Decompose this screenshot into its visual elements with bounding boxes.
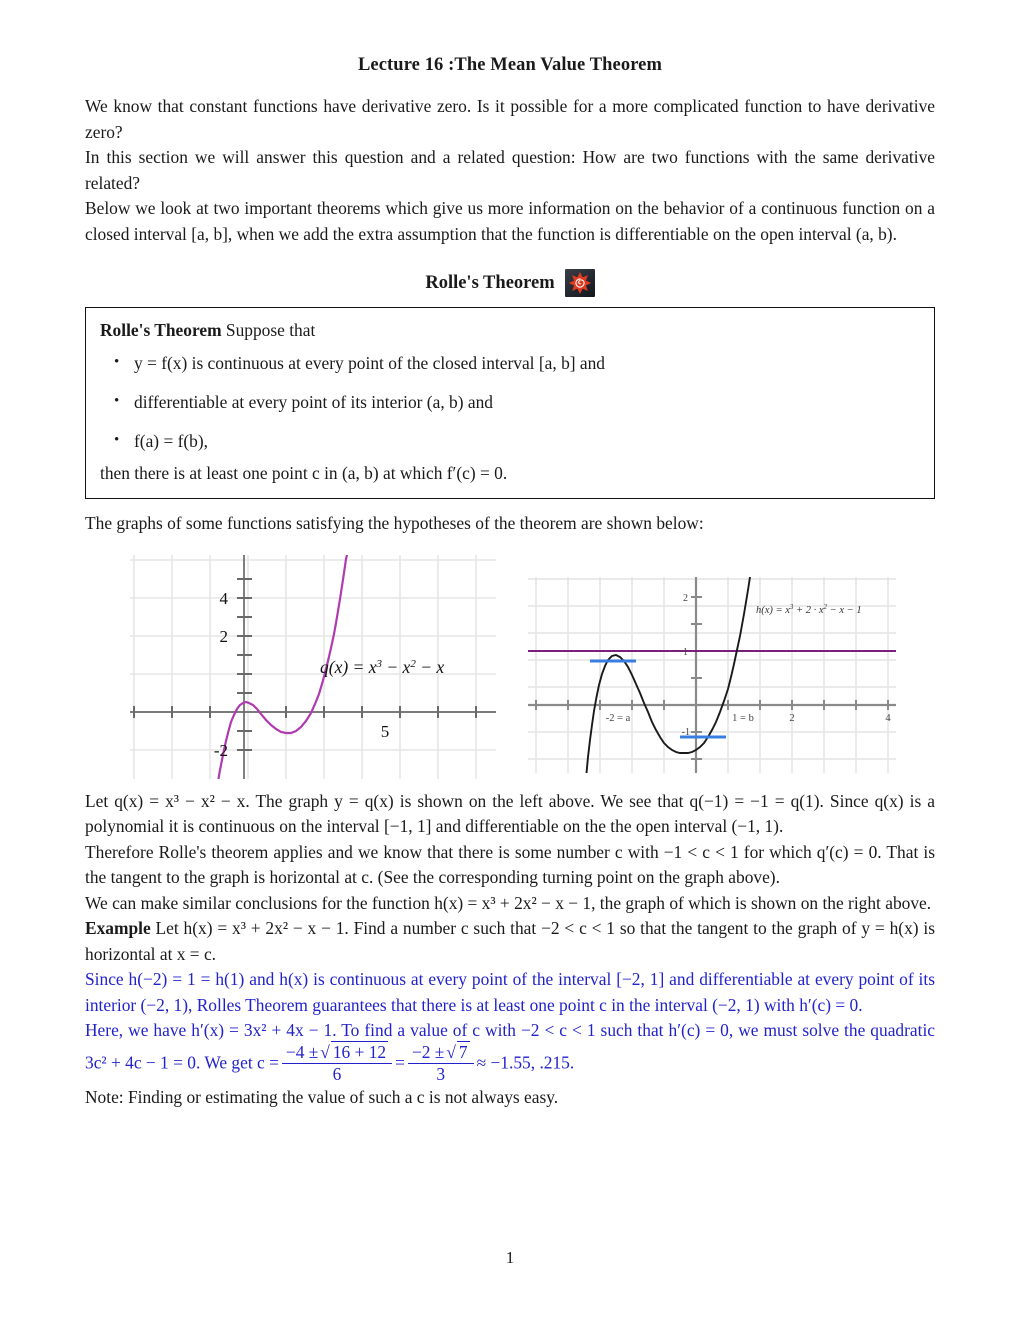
intro-paragraph-3: Below we look at two important theorems … [85, 198, 935, 244]
intro-paragraph-2: In this section we will answer this ques… [85, 147, 935, 193]
fraction-2-numerator: −2 ± √ 7 [407, 1040, 474, 1064]
right-y-tick-label-2: 2 [683, 593, 688, 604]
frac1-radicand: 16 + 12 [330, 1040, 389, 1062]
solution-paragraph-2: Here, we have h′(x) = 3x² + 4x − 1. To f… [85, 1018, 935, 1085]
left-function-label: q(x) = x3 − x2 − x [320, 657, 444, 677]
page-title: Lecture 16 :The Mean Value Theorem [357, 55, 662, 75]
fraction-2-denominator: 3 [436, 1063, 446, 1084]
fraction-1-denominator: 6 [332, 1063, 342, 1084]
example-text: Let h(x) = x³ + 2x² − x − 1. Find a numb… [85, 918, 935, 964]
body-paragraph-h1: We can make similar conclusions for the … [85, 892, 932, 913]
theorem-lead: Rolle's Theorem Suppose that [100, 320, 920, 341]
theorem-bullet-list: y = f(x) is continuous at every point of… [100, 350, 920, 453]
right-function-label: h(x) = x3 + 2 · x2 − x − 1 [756, 603, 862, 616]
equals-sign: = [395, 1052, 405, 1072]
theorem-conclusion: then there is at least one point c in (a… [100, 463, 508, 483]
rolle-heading-label: Rolle's Theorem [425, 272, 555, 293]
left-graph-figure: 4 2 -2 5 q(x) = x3 − x2 − x [130, 554, 496, 779]
sunburst-spiral-icon [564, 269, 595, 297]
sqrt-1: √ 16 + 12 [320, 1040, 389, 1062]
left-y-tick-label-4: 4 [220, 589, 229, 608]
right-x-tick-label-2: 2 [789, 713, 794, 724]
rolle-theorem-heading: Rolle's Theorem [85, 269, 935, 297]
rolle-theorem-box: Rolle's Theorem Suppose that y = f(x) is… [85, 307, 935, 499]
theorem-bullet-3: f(a) = f(b), [114, 428, 920, 453]
sqrt-2: √ 7 [446, 1040, 470, 1062]
right-x-tick-label-a: -2 = a [606, 713, 631, 724]
theorem-bullet-2: differentiable at every point of its int… [114, 389, 920, 414]
fraction-1-numerator: −4 ± √ 16 + 12 [281, 1040, 393, 1064]
sunburst-glyph [568, 272, 591, 294]
left-y-tick-label-neg2: -2 [214, 741, 228, 760]
right-graph-figure: 2 1 -1 -2 = a 1 = b 2 4 h(x) = x3 + 2 · … [528, 576, 896, 773]
example-paragraph: Example Let h(x) = x³ + 2x² − x − 1. Fin… [85, 916, 935, 967]
theorem-lead-rest: Suppose that [221, 320, 316, 340]
solution-paragraph-1: Since h(−2) = 1 = h(1) and h(x) is conti… [85, 969, 935, 1015]
frac2-radicand: 7 [456, 1040, 470, 1062]
body-paragraph-q1: Let q(x) = x³ − x² − x. The graph y = q(… [85, 790, 935, 837]
page-number: 1 [505, 1248, 515, 1267]
quadratic-fraction-2: −2 ± √ 7 3 [407, 1040, 474, 1084]
frac1-num-text: −4 ± [285, 1041, 319, 1062]
intro-paragraph-1: We know that constant functions have der… [85, 96, 935, 142]
theorem-name: Rolle's Theorem [100, 320, 222, 340]
right-x-tick-label-4: 4 [885, 713, 891, 724]
body-paragraph-q2: Therefore Rolle's theorem applies and we… [85, 841, 935, 888]
right-x-tick-label-b: 1 = b [732, 713, 754, 724]
left-y-tick-label-2: 2 [220, 627, 229, 646]
theorem-bullet-1: y = f(x) is continuous at every point of… [114, 350, 920, 375]
note-paragraph: Note: Finding or estimating the value of… [85, 1086, 559, 1107]
frac2-num-text: −2 ± [411, 1041, 445, 1062]
right-graph-svg: 2 1 -1 -2 = a 1 = b 2 4 h(x) = x3 + 2 · … [528, 576, 896, 773]
graphs-intro-text: The graphs of some functions satisfying … [85, 513, 704, 533]
document-content: Lecture 16 :The Mean Value Theorem We kn… [85, 55, 935, 1110]
quadratic-fraction-1: −4 ± √ 16 + 12 6 [281, 1040, 393, 1084]
left-graph-svg: 4 2 -2 5 q(x) = x3 − x2 − x [130, 554, 496, 779]
right-y-tick-label-neg1: -1 [682, 727, 690, 738]
document-page: Lecture 16 :The Mean Value Theorem We kn… [0, 0, 1020, 1320]
approx-result: ≈ −1.55, .215. [476, 1052, 575, 1072]
example-label: Example [85, 918, 151, 938]
figures-row: 4 2 -2 5 q(x) = x3 − x2 − x 2 1 -1 -2 = … [85, 551, 935, 783]
right-y-tick-label-1: 1 [683, 647, 688, 658]
left-x-tick-label-5: 5 [381, 722, 390, 741]
